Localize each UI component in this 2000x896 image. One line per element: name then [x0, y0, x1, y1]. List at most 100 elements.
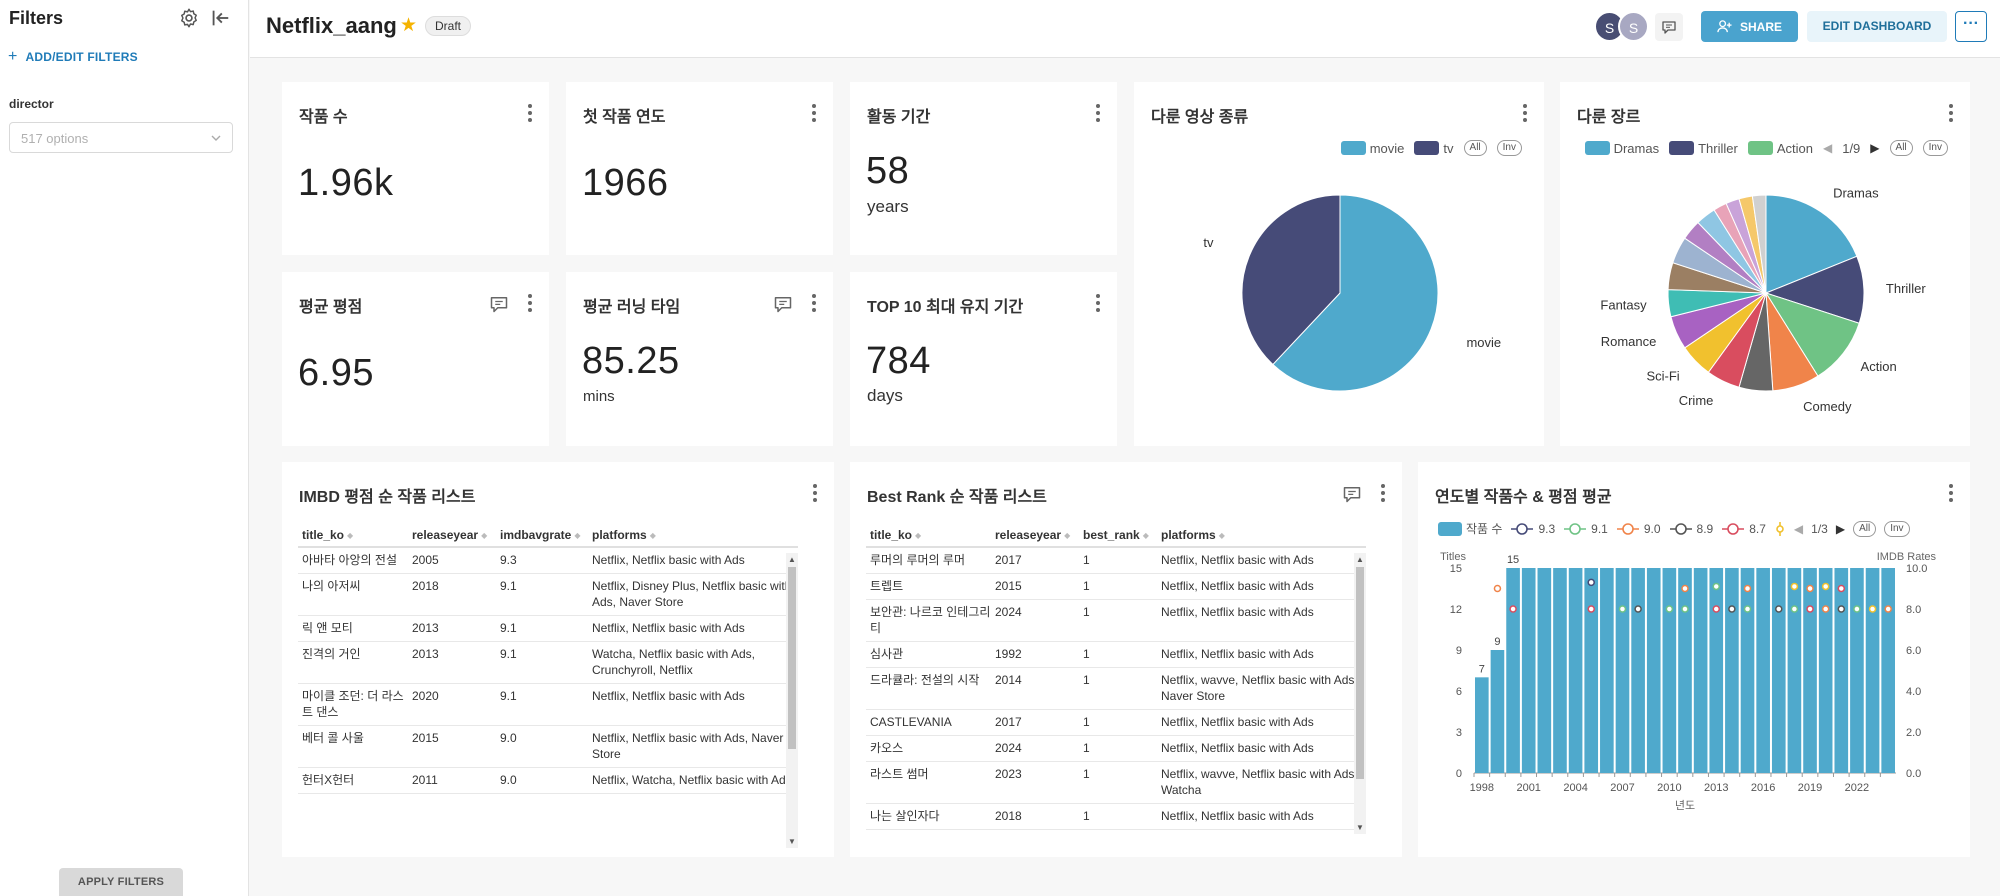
rate-point-2024[interactable]	[1884, 605, 1892, 613]
avatar[interactable]: S	[1618, 11, 1649, 42]
bar-2018[interactable]	[1787, 568, 1802, 773]
table-row[interactable]: 나는 살인자다 2018 1 Netflix, Netflix basic with …	[866, 804, 1366, 830]
bar-2001[interactable]	[1521, 568, 1536, 773]
director-filter-select[interactable]: 517 options	[9, 122, 233, 153]
rate-point-2021[interactable]	[1837, 584, 1846, 593]
rate-point-2013[interactable]	[1712, 582, 1721, 591]
bar-2014[interactable]	[1725, 568, 1739, 773]
column-header-title_ko[interactable]: title_ko ◆	[866, 528, 991, 542]
bar-2008[interactable]	[1631, 568, 1645, 773]
sort-icon[interactable]: ◆	[1143, 531, 1149, 540]
table-row[interactable]: 아바타 아앙의 전설 2005 9.3 Netflix, Netflix basic …	[298, 548, 798, 574]
table-scrollbar[interactable]: ▲ ▼	[1354, 553, 1366, 834]
chat-bubble-icon[interactable]	[773, 294, 793, 314]
table-row[interactable]: 진격의 거인 2013 9.1 Watcha, Netflix basic with …	[298, 642, 798, 684]
card-menu-icon[interactable]	[1380, 484, 1386, 502]
bar-2024[interactable]	[1881, 568, 1895, 773]
rate-point-2017[interactable]	[1775, 605, 1783, 613]
rate-point-2019[interactable]	[1806, 605, 1814, 613]
add-edit-filters-button[interactable]: + ADD/EDIT FILTERS	[8, 48, 138, 66]
scroll-down-icon[interactable]: ▼	[788, 837, 796, 846]
rate-point-2005[interactable]	[1587, 605, 1595, 613]
bar-2009[interactable]	[1646, 568, 1661, 773]
bar-2006[interactable]	[1600, 568, 1614, 773]
bar-2021[interactable]	[1834, 568, 1849, 773]
table-row[interactable]: 심사관 1992 1 Netflix, Netflix basic with Ads	[866, 642, 1366, 668]
rate-point-2015[interactable]	[1743, 605, 1752, 613]
card-menu-icon[interactable]	[1095, 294, 1101, 312]
rate-point-2013[interactable]	[1712, 605, 1721, 613]
table-row[interactable]: 드라큘라: 전설의 시작 2014 1 Netflix, wavve, Netflix…	[866, 668, 1366, 710]
rate-point-2014[interactable]	[1728, 605, 1736, 613]
edit-dashboard-button[interactable]: EDIT DASHBOARD	[1807, 11, 1947, 42]
table-scrollbar[interactable]: ▲ ▼	[786, 553, 798, 848]
table-row[interactable]: 트렙트 2015 1 Netflix, Netflix basic with Ads	[866, 574, 1366, 600]
rate-point-2007[interactable]	[1618, 605, 1627, 613]
bar-1998[interactable]	[1475, 677, 1489, 773]
sort-icon[interactable]: ◆	[574, 531, 580, 540]
bar-2019[interactable]	[1803, 568, 1817, 773]
favorite-star-icon[interactable]: ★	[400, 14, 417, 37]
rate-point-2022[interactable]	[1853, 605, 1861, 613]
more-options-button[interactable]: ···	[1955, 11, 1987, 42]
card-menu-icon[interactable]	[812, 484, 818, 502]
bar-2013[interactable]	[1709, 568, 1724, 773]
rate-point-2000[interactable]	[1509, 605, 1517, 613]
bar-2010[interactable]	[1662, 568, 1677, 773]
scroll-up-icon[interactable]: ▲	[788, 555, 796, 564]
bar-2023[interactable]	[1865, 568, 1880, 773]
rate-point-2015[interactable]	[1743, 584, 1752, 593]
share-button[interactable]: SHARE	[1701, 11, 1798, 42]
chat-bubble-icon[interactable]	[489, 294, 509, 314]
sort-icon[interactable]: ◆	[481, 531, 487, 540]
scroll-up-icon[interactable]: ▲	[1356, 555, 1364, 564]
rate-point-2018[interactable]	[1790, 605, 1799, 613]
bar-2005[interactable]	[1584, 568, 1599, 773]
bar-1999[interactable]	[1490, 650, 1505, 773]
bar-2000[interactable]	[1506, 568, 1520, 773]
sort-icon[interactable]: ◆	[1219, 531, 1225, 540]
bar-2017[interactable]	[1771, 568, 1786, 773]
rate-point-2019[interactable]	[1806, 584, 1814, 593]
table-row[interactable]: 나의 아저씨 2018 9.1 Netflix, Disney Plus, Netfl…	[298, 574, 798, 616]
table-row[interactable]: 헌터X헌터 2011 9.0 Netflix, Watcha, Netflix bas…	[298, 768, 798, 794]
table-row[interactable]: 릭 앤 모티 2013 9.1 Netflix, Netflix basic with…	[298, 616, 798, 642]
bar-2007[interactable]	[1615, 568, 1630, 773]
scroll-down-icon[interactable]: ▼	[1356, 823, 1364, 832]
collapse-sidebar-icon[interactable]	[209, 7, 231, 29]
rate-point-1999[interactable]	[1493, 584, 1502, 593]
rate-point-2018[interactable]	[1790, 582, 1799, 591]
sort-icon[interactable]: ◆	[915, 531, 921, 540]
sort-icon[interactable]: ◆	[650, 531, 656, 540]
bar-2020[interactable]	[1818, 568, 1833, 773]
column-header-platforms[interactable]: platforms ◆	[1157, 528, 1366, 542]
table-row[interactable]: 라스트 썸머 2023 1 Netflix, wavve, Netflix basic…	[866, 762, 1366, 804]
column-header-best_rank[interactable]: best_rank ◆	[1079, 528, 1157, 542]
column-header-title_ko[interactable]: title_ko ◆	[298, 528, 408, 542]
chat-bubble-icon[interactable]	[1342, 484, 1362, 504]
comments-button[interactable]	[1655, 13, 1683, 41]
column-header-imdbavgrate[interactable]: imdbavgrate ◆	[496, 528, 588, 542]
card-menu-icon[interactable]	[527, 104, 533, 122]
rate-point-2011[interactable]	[1681, 605, 1689, 613]
column-header-releaseyear[interactable]: releaseyear ◆	[991, 528, 1079, 542]
rate-point-2010[interactable]	[1665, 605, 1674, 613]
card-menu-icon[interactable]	[1095, 104, 1101, 122]
rate-point-2008[interactable]	[1634, 605, 1642, 613]
card-menu-icon[interactable]	[811, 104, 817, 122]
table-row[interactable]: 루머의 루머의 루머 2017 1 Netflix, Netflix basic wi…	[866, 548, 1366, 574]
column-header-releaseyear[interactable]: releaseyear ◆	[408, 528, 496, 542]
column-header-platforms[interactable]: platforms ◆	[588, 528, 798, 542]
bar-2012[interactable]	[1693, 568, 1708, 773]
apply-filters-button[interactable]: APPLY FILTERS	[59, 868, 183, 896]
bar-2003[interactable]	[1553, 568, 1567, 773]
bar-2004[interactable]	[1568, 568, 1583, 773]
dashboard-title[interactable]: Netflix_aang	[266, 13, 397, 39]
gear-icon[interactable]	[178, 7, 200, 29]
bar-2011[interactable]	[1678, 568, 1692, 773]
table-row[interactable]: 마이클 조던: 더 라스트 댄스 2020 9.1 Netflix, Netflix …	[298, 684, 798, 726]
card-menu-icon[interactable]	[811, 294, 817, 312]
rate-point-2005[interactable]	[1587, 578, 1595, 587]
rate-point-2023[interactable]	[1868, 605, 1877, 613]
rate-point-2011[interactable]	[1681, 584, 1689, 593]
